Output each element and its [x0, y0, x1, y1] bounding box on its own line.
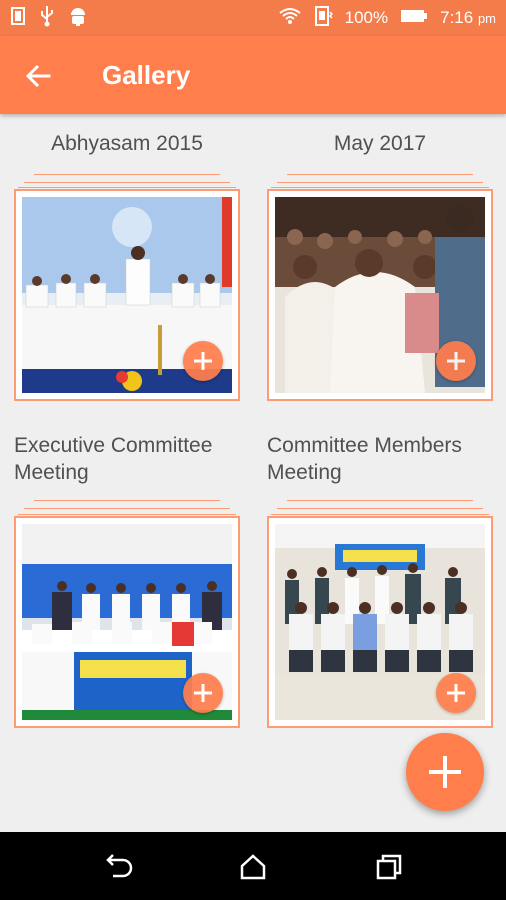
nav-recents-button[interactable]	[372, 850, 406, 884]
battery-icon	[400, 8, 428, 29]
wifi-icon	[279, 7, 301, 30]
sim-card-icon	[10, 6, 26, 31]
album-title: Abhyasam 2015	[51, 132, 203, 155]
album-card: Abhyasam 2015	[14, 120, 240, 410]
add-album-fab[interactable]	[406, 733, 484, 811]
app-bar: Gallery	[0, 36, 506, 114]
page-title: Gallery	[102, 60, 191, 90]
system-nav-bar	[0, 832, 506, 900]
plus-icon	[194, 684, 212, 702]
album-card: Executive Committee Meeting	[14, 430, 240, 730]
back-button[interactable]	[18, 56, 58, 96]
arrow-back-icon	[25, 64, 51, 88]
back-nav-icon	[106, 854, 133, 878]
album-thumbnail[interactable]	[267, 516, 493, 728]
home-nav-icon	[240, 854, 266, 880]
nav-back-button[interactable]	[101, 850, 135, 884]
add-photo-button[interactable]	[183, 673, 223, 713]
album-thumbnail[interactable]	[267, 189, 493, 401]
clock: 7:16 pm	[440, 8, 496, 28]
plus-icon	[194, 352, 212, 370]
album-title: Executive Committee Meeting	[14, 434, 213, 484]
album-thumbnail[interactable]	[14, 189, 240, 401]
vibrate-icon	[313, 5, 333, 32]
album-thumbnail[interactable]	[14, 516, 240, 728]
status-bar: 100% 7:16 pm	[0, 0, 506, 36]
album-title: May 2017	[333, 132, 427, 155]
add-photo-button[interactable]	[183, 341, 223, 381]
clock-time: 7:16	[440, 8, 474, 27]
plus-icon	[447, 352, 465, 370]
battery-text: 100%	[344, 8, 389, 27]
add-photo-button[interactable]	[436, 673, 476, 713]
plus-icon	[429, 756, 461, 788]
recents-nav-icon	[376, 854, 402, 880]
usb-icon	[38, 5, 56, 32]
album-card: Committee Members Meeting	[267, 430, 493, 730]
add-photo-button[interactable]	[436, 341, 476, 381]
album-title: Committee Members Meeting	[267, 434, 462, 484]
plus-icon	[447, 684, 465, 702]
album-card: May 2017	[267, 120, 493, 410]
nav-home-button[interactable]	[236, 850, 270, 884]
clock-suffix: pm	[477, 11, 496, 26]
android-icon	[68, 5, 88, 32]
